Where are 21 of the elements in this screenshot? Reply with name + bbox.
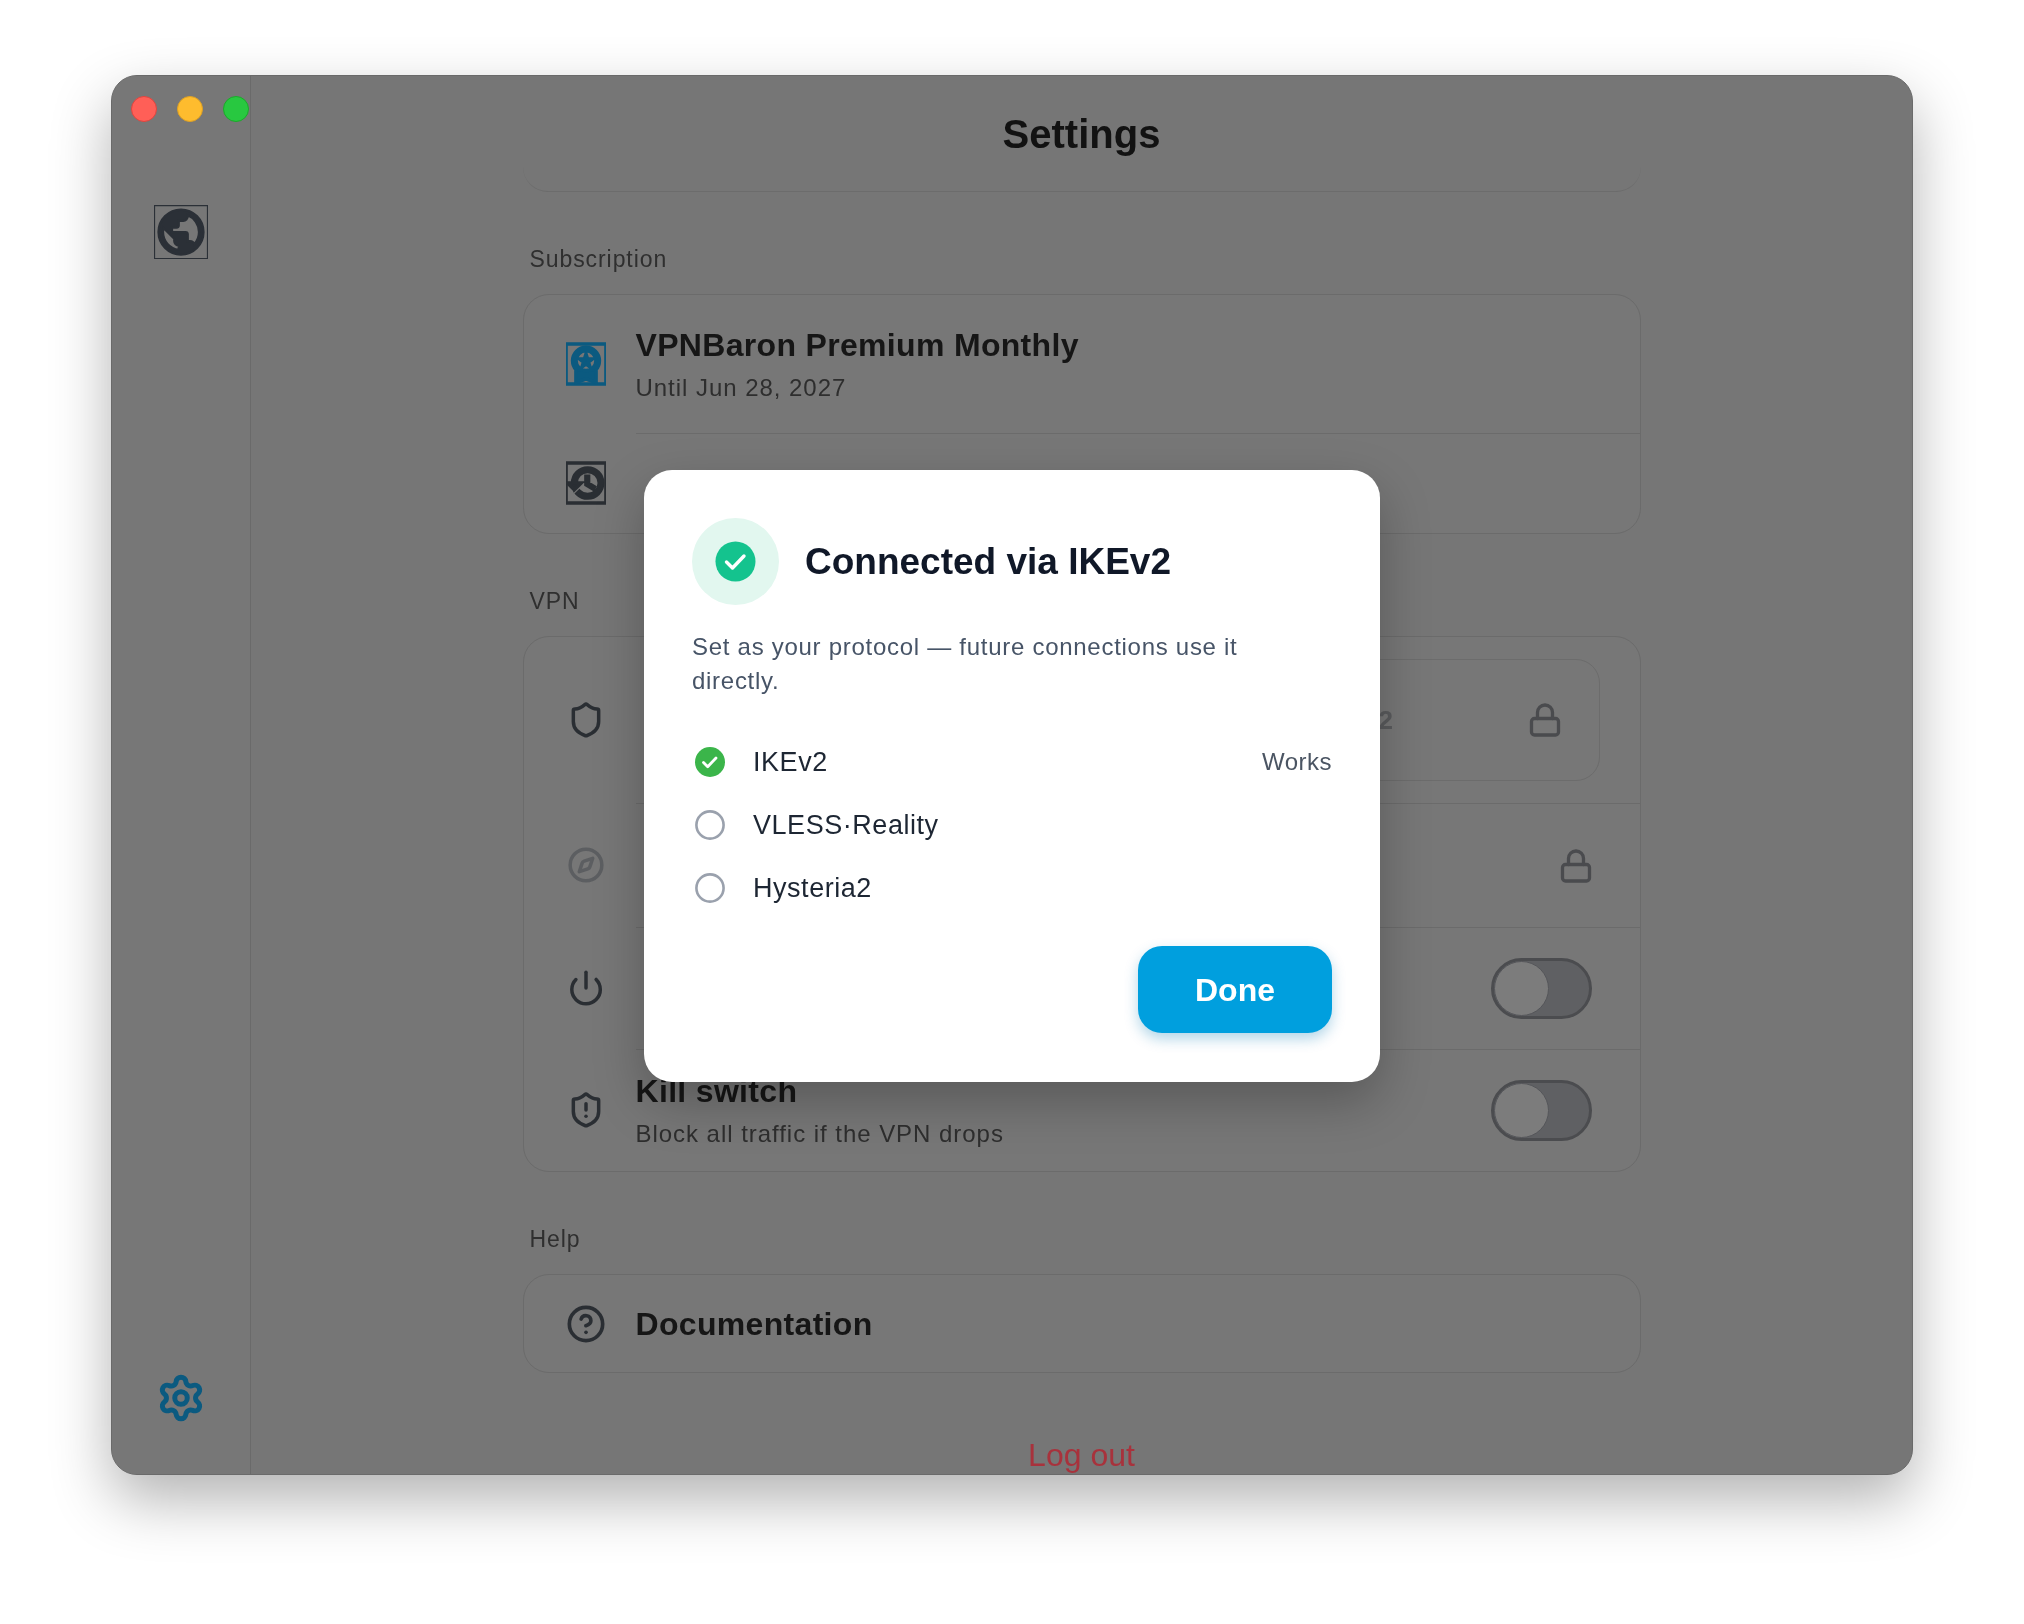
minimize-window-button[interactable] — [177, 96, 203, 122]
help-icon — [565, 1303, 606, 1344]
section-label: VPN — [529, 587, 580, 615]
history-icon — [565, 460, 606, 506]
radio-option[interactable]: Hysteria2 — [692, 870, 872, 905]
section-label: Subscription — [529, 245, 668, 273]
dialog-message: Set as your protocol — future connections use it directly. — [692, 632, 1239, 696]
close-window-button[interactable] — [131, 96, 157, 122]
globe-icon[interactable] — [154, 205, 208, 259]
award-ribbon-icon — [565, 342, 606, 386]
success-check-icon — [692, 518, 779, 605]
row-title: Documentation — [635, 1304, 873, 1343]
section-label: Help — [529, 1225, 581, 1253]
radio-option[interactable]: IKEv2 — [692, 744, 828, 779]
row-title: VPNBaron Premium Monthly — [635, 325, 1079, 364]
radio-option[interactable]: VLESS·Reality — [692, 807, 939, 842]
window-title: Settings — [1002, 112, 1161, 156]
zoom-window-button[interactable] — [223, 96, 249, 122]
dialog-title: Connected via IKEv2 — [805, 539, 1171, 584]
row-subtitle: Block all traffic if the VPN drops — [635, 1119, 1004, 1149]
row-subtitle: Until Jun 28, 2027 — [635, 372, 847, 403]
